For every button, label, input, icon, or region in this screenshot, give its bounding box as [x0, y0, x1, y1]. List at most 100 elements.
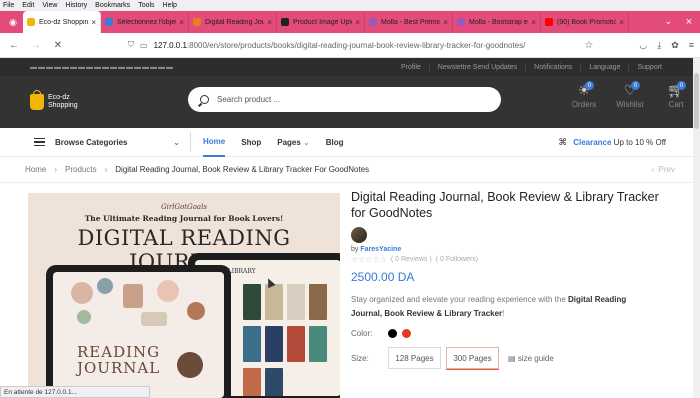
wishlist-button[interactable]: ♡ 0 Wishlist [614, 81, 646, 109]
tab-eco-dz[interactable]: Eco-dz Shopping × [23, 11, 101, 33]
prev-label: Prev [658, 165, 675, 174]
close-icon[interactable]: × [355, 18, 360, 27]
toolbar-icons: ◡ ⤓ ✿ ≡ [639, 40, 694, 51]
topbar-notifications[interactable]: Notifications [525, 63, 580, 71]
tablet-journal-mockup: READING JOURNAL [46, 265, 231, 398]
search-input[interactable]: Search product ... [188, 87, 501, 112]
url-path: :8000/en/store/products/books/digital-re… [186, 40, 526, 50]
close-icon[interactable]: × [531, 18, 536, 27]
rating-row: ☆☆☆☆☆ ( 0 Reviews ) ( 0 Followers) [351, 255, 671, 264]
star-rating-icon: ☆☆☆☆☆ [351, 255, 387, 264]
close-icon[interactable]: × [443, 18, 448, 27]
tag-icon: ⌘ [558, 136, 568, 147]
seller-row [351, 227, 671, 243]
url-bar[interactable]: ⛉ ▭ 127.0.0.1:8000/en/store/products/boo… [122, 36, 639, 54]
size-guide-link[interactable]: ▤ size guide [508, 354, 554, 363]
hamburger-icon[interactable] [34, 136, 45, 149]
reviews-count[interactable]: ( 0 Reviews ) [391, 256, 432, 263]
breadcrumb-home[interactable]: Home [25, 165, 46, 174]
menu-tools[interactable]: Tools [138, 2, 154, 9]
forward-icon[interactable]: → [28, 40, 44, 51]
menu-help[interactable]: Help [163, 2, 177, 9]
bookmark-star-icon[interactable]: ☆ [584, 40, 593, 51]
tab-label: Molla - Best Premium H [381, 18, 440, 26]
menu-bookmarks[interactable]: Bookmarks [95, 2, 130, 9]
orders-label: Orders [571, 100, 597, 109]
window-close-icon[interactable]: × [678, 11, 700, 33]
tab-strip: ◉ Eco-dz Shopping × Sélectionnez l'objet… [0, 11, 700, 33]
chevron-down-icon: ⌄ [173, 137, 180, 147]
topbar-language[interactable]: Language [580, 63, 628, 71]
clearance-banner[interactable]: ⌘ Clearance Up to 10 % Off [558, 137, 666, 148]
desc-end: ! [502, 309, 505, 318]
product-section: GirlGotGoals The Ultimate Reading Journa… [0, 190, 700, 398]
tab-selectionnez[interactable]: Sélectionnez l'objet pou × [101, 11, 189, 33]
prev-link[interactable]: ‹ Prev [651, 165, 675, 174]
firefox-view-icon[interactable]: ◉ [3, 11, 23, 33]
image-subtitle: The Ultimate Reading Journal for Book Lo… [84, 214, 284, 223]
menu-shop[interactable]: Shop [241, 128, 261, 157]
orders-button[interactable]: ☀ 0 Orders [568, 81, 600, 109]
menu-file[interactable]: File [3, 2, 14, 9]
close-icon[interactable]: × [619, 18, 624, 27]
breadcrumb-products[interactable]: Products [65, 165, 97, 174]
browser-menubar: File Edit View History Bookmarks Tools H… [0, 0, 700, 11]
breadcrumb: Home › Products › Digital Reading Journa… [0, 157, 700, 183]
main-menu: Home Shop Pages ⌄ Blog [203, 128, 344, 157]
avatar[interactable] [351, 227, 367, 243]
logo-line-1: Eco-dz [48, 94, 70, 101]
extensions-icon[interactable]: ✿ [671, 40, 679, 51]
pocket-icon[interactable]: ◡ [639, 40, 647, 51]
browse-categories-dropdown[interactable]: Browse Categories ⌄ [55, 138, 180, 147]
search-icon [200, 95, 209, 104]
tab-favicon-icon [369, 18, 377, 26]
contact-email: ▬▬▬▬▬▬▬▬▬▬▬▬▬▬▬▬▬▬ [30, 63, 174, 71]
downloads-icon[interactable]: ⤓ [657, 40, 661, 51]
shield-icon[interactable]: ⛉ [128, 40, 134, 50]
url-host: 127.0.0.1 [153, 40, 187, 50]
menu-home[interactable]: Home [203, 128, 226, 157]
tab-product-image[interactable]: Product Image Uplo × [277, 11, 365, 33]
stop-icon[interactable]: ✕ [50, 40, 66, 51]
product-image[interactable]: GirlGotGoals The Ultimate Reading Journa… [28, 193, 340, 398]
tab-molla-bootstrap[interactable]: Molla - Bootstrap eC × [453, 11, 541, 33]
list-tabs-icon[interactable]: ⌄ [664, 16, 672, 27]
topbar-profile[interactable]: Profile [393, 64, 429, 71]
cart-badge: 0 [677, 81, 686, 90]
tab-molla-premium[interactable]: Molla - Best Premium H × [365, 11, 453, 33]
menu-edit[interactable]: Edit [22, 2, 34, 9]
close-icon[interactable]: × [179, 18, 184, 27]
size-300-button[interactable]: 300 Pages [446, 347, 499, 369]
tab-favicon-icon [545, 18, 553, 26]
topbar-support[interactable]: Support [628, 63, 670, 71]
tab-digital-reading[interactable]: Digital Reading Journ × [189, 11, 277, 33]
color-swatch-red[interactable] [402, 329, 411, 338]
seller-link[interactable]: FaresYacine [360, 246, 401, 253]
page-scrollbar[interactable] [693, 58, 700, 398]
close-icon[interactable]: × [91, 18, 96, 27]
search-placeholder: Search product ... [217, 95, 281, 104]
back-icon[interactable]: ← [6, 40, 22, 51]
ruler-icon: ▤ [508, 353, 516, 363]
wishlist-badge: 0 [631, 81, 640, 90]
hamburger-menu-icon[interactable]: ≡ [689, 40, 694, 51]
close-icon[interactable]: × [267, 18, 272, 27]
menu-history[interactable]: History [65, 2, 87, 9]
clearance-label: Clearance [573, 137, 612, 147]
menu-view[interactable]: View [42, 2, 57, 9]
size-128-button[interactable]: 128 Pages [388, 347, 441, 369]
page-icon[interactable]: ▭ [140, 41, 148, 50]
menu-blog[interactable]: Blog [326, 128, 344, 157]
topbar-newsletter[interactable]: Newslettre Send Updates [428, 63, 525, 71]
tab-label: Digital Reading Journ [205, 18, 264, 26]
color-swatch-black[interactable] [388, 329, 397, 338]
scrollbar-thumb[interactable] [694, 73, 699, 129]
menu-pages[interactable]: Pages ⌄ [277, 128, 310, 157]
header-actions: ☀ 0 Orders ♡ 0 Wishlist 🛒︎ 0 Cart [568, 81, 692, 109]
wishlist-label: Wishlist [616, 100, 644, 109]
browse-label: Browse Categories [55, 137, 128, 147]
site-logo[interactable]: Eco-dz Shopping [30, 90, 78, 110]
cart-button[interactable]: 🛒︎ 0 Cart [660, 81, 692, 109]
tab-youtube[interactable]: (90) Book Promotio × [541, 11, 629, 33]
status-bar: En attente de 127.0.0.1... [0, 386, 150, 398]
